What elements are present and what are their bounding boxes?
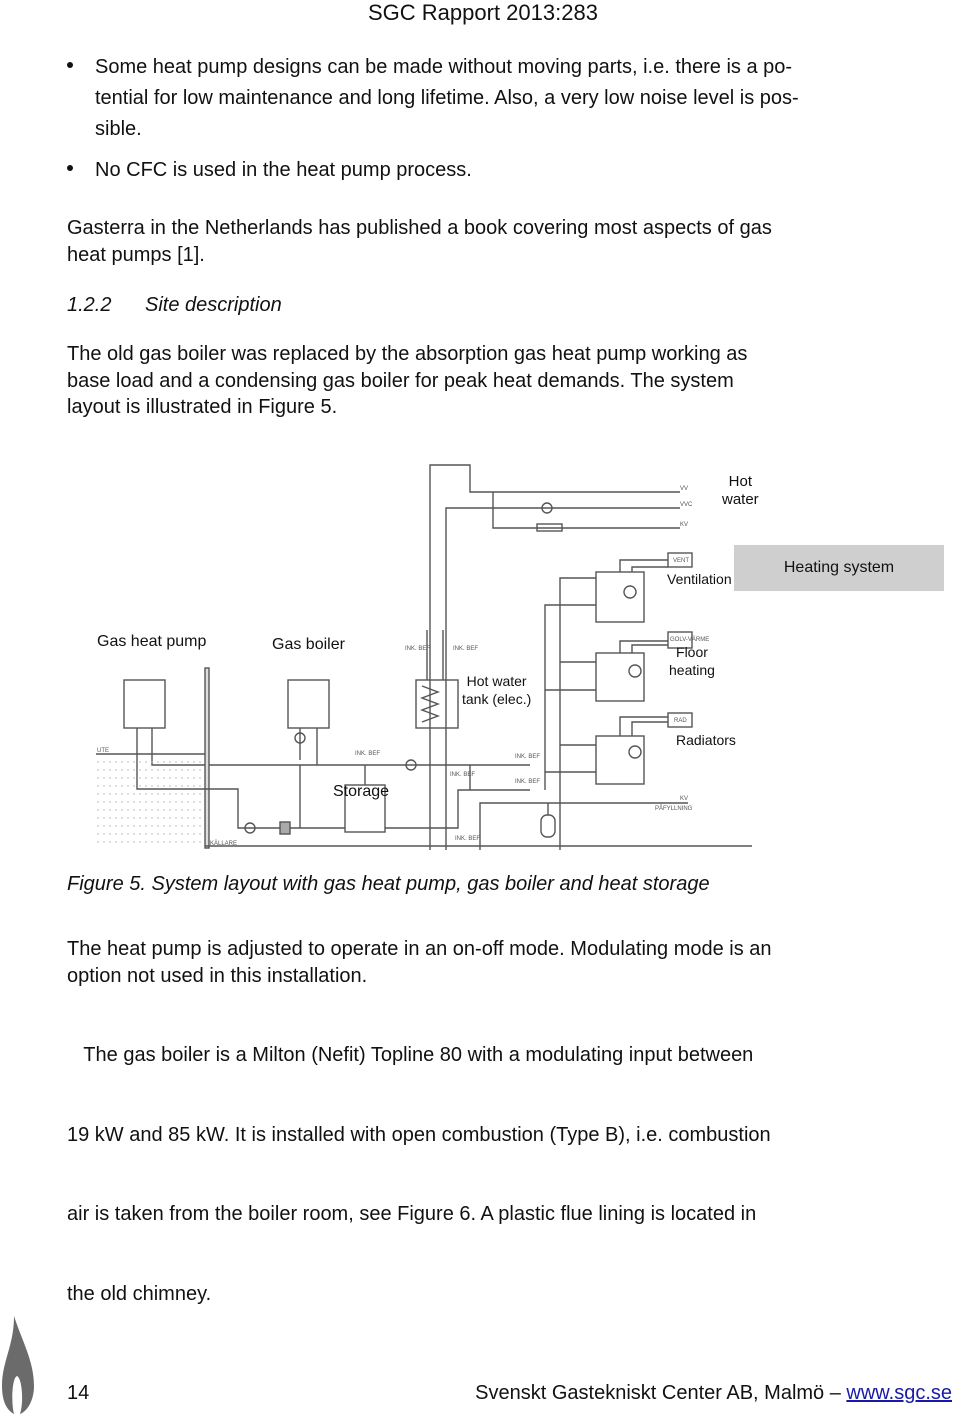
paragraph-gasterra: Gasterra in the Netherlands has publishe… [67, 215, 887, 268]
tag-kv: KV [680, 522, 688, 528]
label-gas-heat-pump: Gas heat pump [97, 633, 207, 650]
pipe-vv [429, 464, 680, 850]
text-line: The heat pump is adjusted to operate in … [67, 938, 772, 960]
text-line: 19 kW and 85 kW. It is installed with op… [67, 1123, 771, 1146]
pipe-kv [492, 492, 680, 529]
text-line: layout is illustrated in Figure 5. [67, 396, 338, 418]
bullet-line: Some heat pump designs can be made witho… [95, 56, 793, 78]
tag-vv: VV [680, 486, 688, 492]
tag-ink-bef: INK. BEF [455, 836, 480, 842]
label-hot-water: Hot water [722, 473, 759, 509]
paragraph-mode: The heat pump is adjusted to operate in … [67, 936, 887, 989]
paragraph-boiler: The gas boiler is a Milton (Nefit) Topli… [67, 989, 887, 1334]
pipe-bus-supply [559, 577, 596, 850]
text-line: the old chimney. [67, 1282, 212, 1305]
label-gas-boiler: Gas boiler [272, 636, 345, 653]
tag-ink-bef: INK. BEF [515, 779, 540, 785]
tag-vvc: VVC [680, 502, 693, 508]
ventilation-unit [595, 571, 645, 623]
tag-ink-bef: INK. BEF [515, 754, 540, 760]
wall [204, 667, 210, 849]
tag-ute: UTE [97, 748, 109, 754]
bullet-icon [67, 165, 73, 171]
flame-icon [2, 1316, 34, 1414]
gas-boiler-unit [287, 679, 330, 729]
organization-text: Svenskt Gastekniskt Center AB, Malmö – [475, 1382, 847, 1404]
label-storage: Storage [333, 783, 390, 800]
gas-heat-pump-unit [123, 679, 166, 729]
label-floor-heating: Floor heating [669, 643, 715, 679]
bullet-line: tential for low maintenance and long lif… [95, 87, 799, 109]
tag-pafyllning: PÅFYLLNING [655, 805, 693, 812]
tag-ink-bef: INK. BEF [450, 772, 475, 778]
radiator-unit [595, 735, 645, 785]
section-number: 1.2.2 [67, 294, 112, 316]
label-line: Hot water [466, 673, 527, 689]
tag-vent: VENT [673, 558, 689, 564]
bullet-line: No CFC is used in the heat pump process. [95, 159, 472, 181]
figure-caption: Figure 5. System layout with gas heat pu… [67, 873, 710, 895]
text-line: Gasterra in the Netherlands has publishe… [67, 217, 772, 239]
tag-rad: RAD [674, 718, 687, 724]
text-line: option not used in this installation. [67, 964, 368, 987]
tag-kallare: KÄLLARE [210, 840, 237, 847]
paragraph-site: The old gas boiler was replaced by the a… [67, 341, 887, 421]
tag-ink-bef: INK. BEF [453, 646, 478, 652]
expansion-vessel [540, 814, 556, 838]
ground-fill [96, 756, 204, 846]
website-link[interactable]: www.sgc.se [846, 1382, 952, 1404]
page-number: 14 [67, 1382, 90, 1404]
label-ventilation: Ventilation [667, 571, 732, 587]
label-line: tank (elec.) [462, 691, 532, 707]
footer-organization: Svenskt Gastekniskt Center AB, Malmö – w… [475, 1382, 952, 1405]
text-line: The old gas boiler was replaced by the a… [67, 343, 748, 365]
label-line: water [722, 491, 759, 508]
bullet-icon [67, 62, 73, 68]
label-text: Heating system [783, 559, 895, 576]
section-heading: 1.2.2 Site description [67, 294, 282, 317]
text-line: The gas boiler is a Milton (Nefit) Topli… [67, 1044, 754, 1066]
system-layout-diagram: VV VVC KV VENT GOLV-VÄRME RAD UTE KÄLLAR… [96, 464, 752, 850]
section-title: Site description [145, 294, 282, 316]
tag-ink-bef: INK. BEF [405, 646, 430, 652]
label-line: heating [669, 662, 715, 678]
tag-ink-bef: INK. BEF [355, 751, 380, 757]
label-line: Floor [676, 644, 708, 660]
tag-golv: GOLV-VÄRME [670, 636, 709, 643]
tag-kv2: KV [680, 796, 688, 802]
label-radiators: Radiators [676, 732, 736, 748]
label-line: Hot [728, 473, 753, 490]
text-line: air is taken from the boiler room, see F… [67, 1203, 757, 1225]
label-hot-water-tank: Hot water tank (elec.) [462, 672, 531, 708]
text-line: heat pumps [1]. [67, 243, 205, 266]
bullet-line: sible. [95, 118, 142, 140]
label-heating-system: Heating system [734, 545, 944, 591]
report-id: SGC Rapport 2013:283 [368, 0, 598, 25]
text-line: base load and a condensing gas boiler fo… [67, 369, 734, 392]
